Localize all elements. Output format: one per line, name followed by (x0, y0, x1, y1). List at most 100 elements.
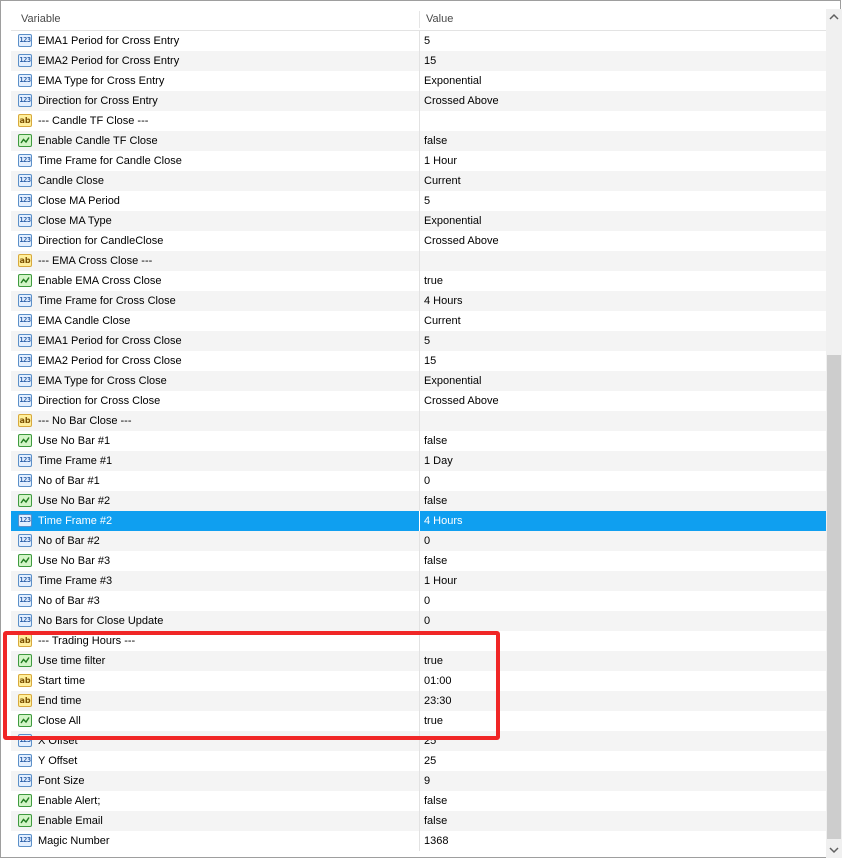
parameter-row[interactable]: 123 Font Size 9 (11, 771, 826, 791)
parameter-row[interactable]: 123 Direction for Cross Close Crossed Abov… (11, 391, 826, 411)
value-cell[interactable]: false (424, 131, 824, 151)
variable-cell[interactable]: Use No Bar #1 (11, 431, 419, 451)
variable-cell[interactable]: Use No Bar #3 (11, 551, 419, 571)
value-cell[interactable]: false (424, 811, 824, 831)
value-cell[interactable]: true (424, 271, 824, 291)
variable-cell[interactable]: Enable Email (11, 811, 419, 831)
value-cell[interactable]: 0 (424, 591, 824, 611)
value-cell[interactable]: 23:30 (424, 691, 824, 711)
value-cell[interactable]: 0 (424, 531, 824, 551)
parameter-row[interactable]: 123 Direction for CandleClose Crossed Abov… (11, 231, 826, 251)
variable-cell[interactable]: 123 EMA2 Period for Cross Close (11, 351, 419, 371)
parameter-row[interactable]: ab --- Candle TF Close --- (11, 111, 826, 131)
value-cell[interactable]: Exponential (424, 371, 824, 391)
variable-cell[interactable]: ab --- No Bar Close --- (11, 411, 419, 431)
value-cell[interactable]: 1 Hour (424, 571, 824, 591)
value-cell[interactable] (424, 251, 824, 271)
variable-cell[interactable]: ab Start time (11, 671, 419, 691)
value-cell[interactable]: 5 (424, 331, 824, 351)
value-cell[interactable]: 4 Hours (424, 511, 824, 531)
value-cell[interactable]: true (424, 711, 824, 731)
value-cell[interactable]: Crossed Above (424, 91, 824, 111)
variable-cell[interactable]: ab --- Trading Hours --- (11, 631, 419, 651)
variable-cell[interactable]: 123 EMA Type for Cross Close (11, 371, 419, 391)
parameter-row[interactable]: 123 EMA1 Period for Cross Entry 5 (11, 31, 826, 51)
parameter-row[interactable]: 123 EMA1 Period for Cross Close 5 (11, 331, 826, 351)
variable-cell[interactable]: 123 Candle Close (11, 171, 419, 191)
parameter-row[interactable]: 123 No Bars for Close Update 0 (11, 611, 826, 631)
parameter-row[interactable]: 123 No of Bar #3 0 (11, 591, 826, 611)
parameter-row[interactable]: 123 Time Frame #2 4 Hours (11, 511, 826, 531)
variable-cell[interactable]: 123 Time Frame #2 (11, 511, 419, 531)
parameter-row[interactable]: Close All true (11, 711, 826, 731)
variable-cell[interactable]: 123 Close MA Period (11, 191, 419, 211)
value-cell[interactable]: false (424, 551, 824, 571)
scroll-thumb[interactable] (827, 355, 841, 839)
parameter-row[interactable]: Enable Candle TF Close false (11, 131, 826, 151)
column-header-value[interactable]: Value (426, 9, 453, 30)
parameter-row[interactable]: ab Start time 01:00 (11, 671, 826, 691)
value-cell[interactable]: 25 (424, 731, 824, 751)
parameter-row[interactable]: 123 Time Frame #1 1 Day (11, 451, 826, 471)
parameter-row[interactable]: Enable EMA Cross Close true (11, 271, 826, 291)
variable-cell[interactable]: ab --- EMA Cross Close --- (11, 251, 419, 271)
parameter-row[interactable]: 123 Time Frame #3 1 Hour (11, 571, 826, 591)
parameter-row[interactable]: 123 Magic Number 1368 (11, 831, 826, 851)
value-cell[interactable]: false (424, 791, 824, 811)
value-cell[interactable]: 01:00 (424, 671, 824, 691)
value-cell[interactable]: Exponential (424, 211, 824, 231)
parameter-row[interactable]: Use time filter true (11, 651, 826, 671)
value-cell[interactable]: Crossed Above (424, 231, 824, 251)
value-cell[interactable]: 1 Hour (424, 151, 824, 171)
value-cell[interactable]: 0 (424, 471, 824, 491)
parameter-row[interactable]: 123 Close MA Period 5 (11, 191, 826, 211)
parameter-row[interactable]: 123 EMA Type for Cross Close Exponential (11, 371, 826, 391)
variable-cell[interactable]: Use No Bar #2 (11, 491, 419, 511)
variable-cell[interactable]: 123 Direction for Cross Entry (11, 91, 419, 111)
value-cell[interactable]: true (424, 651, 824, 671)
parameter-row[interactable]: 123 No of Bar #2 0 (11, 531, 826, 551)
variable-cell[interactable]: 123 Direction for Cross Close (11, 391, 419, 411)
vertical-scrollbar[interactable] (826, 9, 842, 858)
parameter-row[interactable]: ab End time 23:30 (11, 691, 826, 711)
value-cell[interactable]: 1368 (424, 831, 824, 851)
variable-cell[interactable]: 123 Time Frame for Cross Close (11, 291, 419, 311)
value-cell[interactable]: Exponential (424, 71, 824, 91)
value-cell[interactable]: false (424, 491, 824, 511)
parameter-row[interactable]: 123 EMA Type for Cross Entry Exponential (11, 71, 826, 91)
variable-cell[interactable]: ab End time (11, 691, 419, 711)
variable-cell[interactable]: Enable Candle TF Close (11, 131, 419, 151)
variable-cell[interactable]: 123 No of Bar #2 (11, 531, 419, 551)
variable-cell[interactable]: 123 Font Size (11, 771, 419, 791)
parameter-row[interactable]: 123 Close MA Type Exponential (11, 211, 826, 231)
variable-cell[interactable]: 123 Magic Number (11, 831, 419, 851)
variable-cell[interactable]: 123 Time Frame #1 (11, 451, 419, 471)
value-cell[interactable]: Current (424, 311, 824, 331)
parameter-row[interactable]: 123 No of Bar #1 0 (11, 471, 826, 491)
value-cell[interactable]: 0 (424, 611, 824, 631)
parameter-row[interactable]: Use No Bar #1 false (11, 431, 826, 451)
column-header-variable[interactable]: Variable (21, 9, 61, 30)
parameter-row[interactable]: 123 EMA Candle Close Current (11, 311, 826, 331)
variable-cell[interactable]: 123 Close MA Type (11, 211, 419, 231)
value-cell[interactable]: 25 (424, 751, 824, 771)
column-divider[interactable] (419, 11, 420, 28)
variable-cell[interactable]: 123 No of Bar #1 (11, 471, 419, 491)
variable-cell[interactable]: 123 EMA1 Period for Cross Entry (11, 31, 419, 51)
variable-cell[interactable]: 123 EMA Candle Close (11, 311, 419, 331)
variable-cell[interactable]: 123 Direction for CandleClose (11, 231, 419, 251)
variable-cell[interactable]: 123 EMA1 Period for Cross Close (11, 331, 419, 351)
parameter-row[interactable]: ab --- No Bar Close --- (11, 411, 826, 431)
value-cell[interactable]: 15 (424, 351, 824, 371)
variable-cell[interactable]: Close All (11, 711, 419, 731)
parameter-row[interactable]: ab --- Trading Hours --- (11, 631, 826, 651)
value-cell[interactable]: 4 Hours (424, 291, 824, 311)
parameter-row[interactable]: 123 Direction for Cross Entry Crossed Abov… (11, 91, 826, 111)
parameter-row[interactable]: ab --- EMA Cross Close --- (11, 251, 826, 271)
variable-cell[interactable]: 123 EMA Type for Cross Entry (11, 71, 419, 91)
parameter-row[interactable]: 123 Time Frame for Cross Close 4 Hours (11, 291, 826, 311)
variable-cell[interactable]: Use time filter (11, 651, 419, 671)
value-cell[interactable] (424, 631, 824, 651)
value-cell[interactable] (424, 411, 824, 431)
parameter-row[interactable]: 123 Time Frame for Candle Close 1 Hour (11, 151, 826, 171)
